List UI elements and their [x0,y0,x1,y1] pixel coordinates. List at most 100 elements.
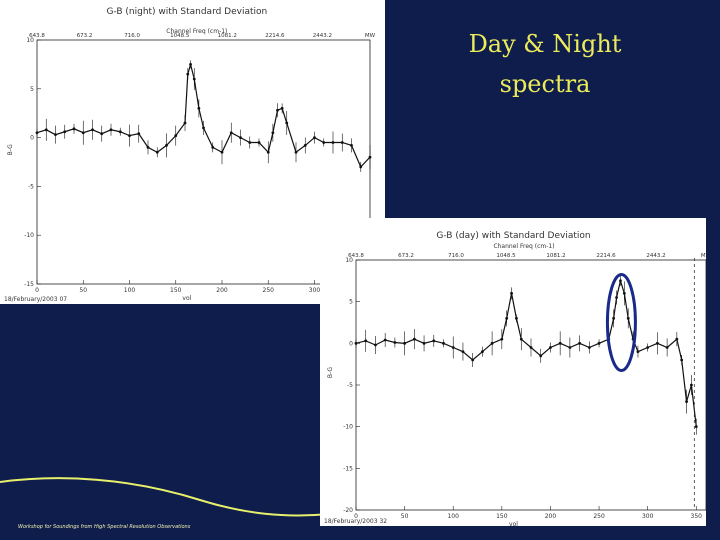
top-axis-label: Channel Freq (cm-1) [493,243,554,250]
data-point [100,132,104,136]
data-point [197,106,201,110]
y-tick-label: -5 [28,183,34,190]
chart-background [320,218,706,526]
data-point [109,128,113,132]
data-point [128,134,131,138]
x-axis-label: vol [509,521,518,526]
data-point [239,136,242,140]
x-tick-label: 100 [124,287,136,294]
data-point [549,346,552,349]
top-tick-label: 673.2 [398,253,414,259]
y-tick-label: 5 [349,299,353,306]
x-tick-label: 350 [691,513,703,520]
y-tick-label: -20 [343,507,353,514]
data-point [393,341,397,344]
data-point [189,63,192,66]
data-point [72,127,76,131]
y-tick-label: 5 [30,86,34,93]
x-tick-label: 150 [170,287,182,294]
top-tick-label: 2214.6 [265,33,285,39]
data-point [612,316,616,320]
top-tick-label: 1048.5 [496,253,516,259]
data-point [280,106,284,110]
data-point [257,141,261,144]
data-point [403,341,407,345]
date-label: 18/February/2003 32 [324,518,387,525]
data-point [183,121,187,125]
data-point [655,341,659,345]
title-line-1: Day & Night [468,30,622,58]
top-tick-label: MW [365,33,376,39]
y-axis-label: B-G [7,144,14,156]
x-tick-label: 100 [447,513,459,520]
data-point [359,165,363,169]
x-tick-label: 300 [642,513,654,520]
data-point [118,130,122,134]
data-point [340,141,344,144]
top-tick-label: 1081.2 [218,33,237,39]
data-point [364,339,368,343]
data-point [192,77,196,81]
y-axis-label: B-G [327,367,334,379]
data-point [690,383,693,387]
data-point [619,279,622,283]
data-point [350,144,353,147]
data-point [44,128,48,132]
top-tick-label: 673.2 [77,33,93,39]
data-point [505,316,509,320]
data-point [354,341,358,345]
data-point [174,134,178,138]
data-point [383,338,387,342]
data-point [665,346,669,349]
data-point [229,131,233,135]
data-point [313,136,316,140]
data-point [615,296,618,299]
data-point [186,72,190,76]
x-tick-label: 50 [79,287,87,294]
data-point [285,121,289,125]
top-tick-label: 1048.5 [170,33,190,39]
data-point [587,346,591,349]
data-point [54,133,57,137]
y-tick-label: 10 [26,37,34,44]
data-point [519,337,523,341]
data-point [539,354,543,358]
data-point [294,150,298,154]
x-tick-label: 200 [216,287,228,294]
data-point [271,131,275,135]
data-point [412,337,416,341]
y-tick-label: -15 [24,281,34,288]
top-tick-label: MW [701,253,706,259]
top-tick-label: 716.0 [448,253,464,259]
data-point [211,145,215,149]
data-point [63,130,67,134]
data-point [680,358,684,362]
top-tick-label: 2443.2 [313,33,332,39]
data-point [685,400,688,404]
data-point [515,316,518,320]
data-point [490,341,494,345]
date-label: 18/February/2003 07 [4,296,67,303]
x-tick-label: 200 [545,513,557,520]
x-tick-label: 0 [35,287,39,294]
data-point [303,144,307,147]
x-tick-label: 300 [309,287,321,294]
top-tick-label: 716.0 [124,33,140,39]
data-point [248,141,252,144]
data-point [442,341,445,345]
chart-title: G-B (day) with Standard Deviation [436,231,590,241]
data-point [220,150,224,154]
data-point [578,341,582,345]
data-point [646,346,650,349]
data-point [276,108,279,112]
data-point [694,425,698,429]
data-point [558,341,562,345]
top-tick-label: 2443.2 [646,253,665,259]
data-point [368,155,372,159]
data-point [432,339,436,343]
y-tick-label: 0 [30,135,34,142]
data-point [35,131,39,135]
slide: G-B (night) with Standard Deviation Chann… [0,0,720,540]
data-point [626,316,630,320]
footer-text: Workshop for Soundings from High Spectra… [18,524,191,530]
